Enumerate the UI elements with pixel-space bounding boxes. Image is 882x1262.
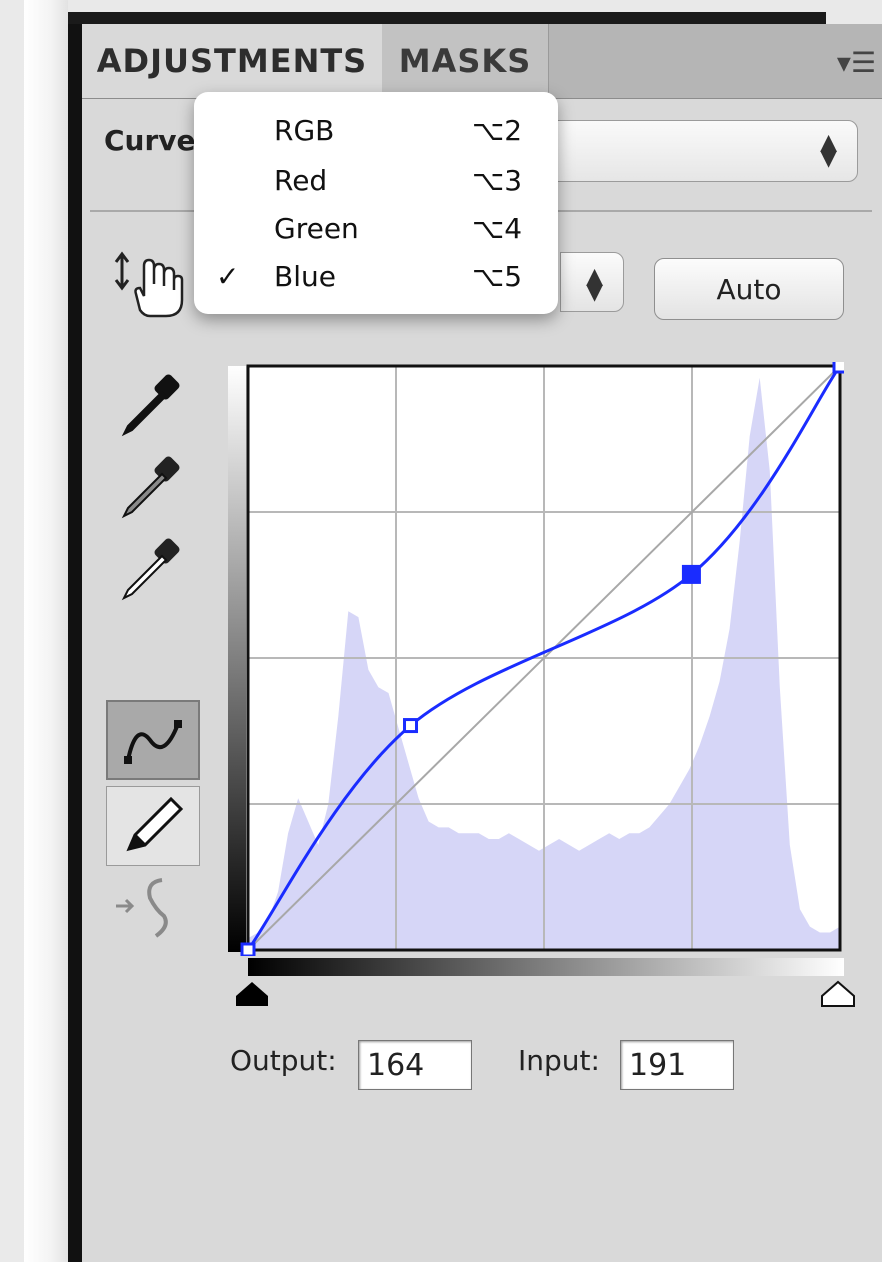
pencil-icon <box>126 796 184 852</box>
black-point-slider-icon[interactable] <box>232 978 272 1008</box>
black-eyedropper-icon[interactable] <box>118 370 188 440</box>
channel-dropdown-menu: RGB ⌥2 Red ⌥3 Green ⌥4 ✓ Blue ⌥5 <box>194 92 558 314</box>
smooth-curve-icon[interactable] <box>110 872 196 944</box>
menu-item-blue[interactable]: ✓ Blue ⌥5 <box>194 252 558 300</box>
menu-item-red[interactable]: Red ⌥3 <box>194 156 558 204</box>
curve-control-point[interactable] <box>403 718 419 734</box>
tab-adjustments[interactable]: ADJUSTMENTS <box>82 24 383 98</box>
panel-top-gap <box>826 12 882 24</box>
channel-select-arrows[interactable]: ▲ ▼ <box>560 252 624 312</box>
panel-menu-icon[interactable]: ▾☰ <box>837 46 876 79</box>
auto-button[interactable]: Auto <box>654 258 844 320</box>
curves-graph[interactable] <box>228 358 848 958</box>
window-shadow <box>24 0 68 1262</box>
curve-icon <box>124 720 182 764</box>
curve-control-point[interactable] <box>240 942 256 958</box>
updown-arrows-icon: ▲ ▼ <box>820 130 837 171</box>
white-point-slider-icon[interactable] <box>818 978 858 1008</box>
updown-arrows-icon: ▲ ▼ <box>586 264 603 305</box>
targeted-adjustment-hand-icon[interactable] <box>110 250 190 320</box>
input-gradient-bar <box>248 958 844 976</box>
background-left <box>0 0 24 1262</box>
menu-item-rgb[interactable]: RGB ⌥2 <box>194 106 558 154</box>
edit-points-curve-tool[interactable] <box>106 700 200 780</box>
panel-top-border <box>68 12 828 24</box>
input-field[interactable]: 191 <box>620 1040 734 1090</box>
tab-masks[interactable]: MASKS <box>382 24 549 98</box>
output-gradient-bar <box>228 366 246 952</box>
curve-control-point[interactable] <box>832 358 848 374</box>
tab-bar: ADJUSTMENTS MASKS ▾☰ <box>82 24 882 99</box>
menu-item-green[interactable]: Green ⌥4 <box>194 204 558 252</box>
pencil-tool[interactable] <box>106 786 200 866</box>
white-eyedropper-icon[interactable] <box>118 534 188 604</box>
curve-control-point[interactable] <box>681 564 701 584</box>
input-label: Input: <box>518 1044 600 1077</box>
preset-select[interactable]: ▲ ▼ <box>540 120 858 182</box>
gray-eyedropper-icon[interactable] <box>118 452 188 522</box>
checkmark-icon: ✓ <box>216 260 240 293</box>
output-label: Output: <box>230 1044 337 1077</box>
output-field[interactable]: 164 <box>358 1040 472 1090</box>
